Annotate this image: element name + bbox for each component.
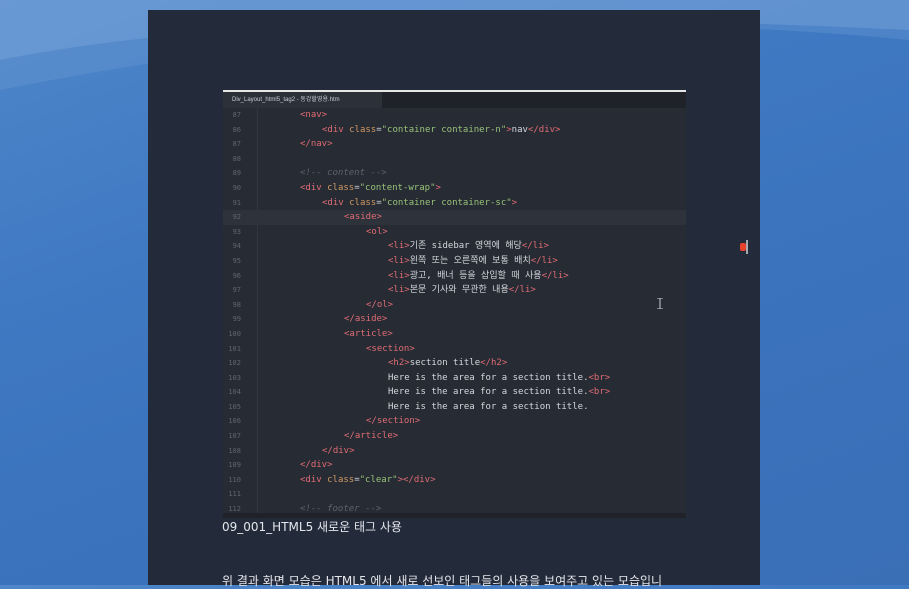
code-line: 110 <div class="clear"></div> xyxy=(223,473,686,488)
code-line: 111 xyxy=(223,487,686,502)
line-content: <section> xyxy=(366,343,415,354)
code-line: 94 <li>기존 sidebar 영역에 해당</li> xyxy=(223,239,686,254)
line-number: 89 xyxy=(232,169,241,178)
code-line: 90 <div class="content-wrap"> xyxy=(223,181,686,196)
line-content: <div class="container container-sc"> xyxy=(322,197,518,208)
code-line: 99 </aside> xyxy=(223,312,686,327)
line-content: Here is the area for a section title.<br… xyxy=(388,372,611,383)
code-line: 103 Here is the area for a section title.… xyxy=(223,371,686,386)
line-number: 109 xyxy=(228,461,241,470)
code-line: 86 <div class="container container-n">nav… xyxy=(223,123,686,138)
line-number: 93 xyxy=(232,227,241,236)
editor-tab-bar: Div_Layout_html5_tag2 - 동강할영용.htm xyxy=(223,92,686,108)
line-number: 91 xyxy=(232,198,241,207)
line-content: </section> xyxy=(366,416,421,427)
code-line: 93 <ol> xyxy=(223,225,686,240)
code-line: 87 <nav> xyxy=(223,108,686,123)
code-line: 98 </ol> xyxy=(223,298,686,313)
code-line: 102 <h2>section title</h2> xyxy=(223,356,686,371)
line-number: 97 xyxy=(232,286,241,295)
line-content: <article> xyxy=(344,328,393,339)
code-line: 88 xyxy=(223,152,686,167)
line-content: </ol> xyxy=(366,299,394,310)
line-content: <nav> xyxy=(300,110,328,120)
line-content: <!-- content --> xyxy=(300,168,387,179)
line-number: 92 xyxy=(232,213,241,222)
line-content: <div class="content-wrap"> xyxy=(300,182,441,193)
code-line: 89 <!-- content --> xyxy=(223,166,686,181)
line-number: 90 xyxy=(232,183,241,192)
line-number: 88 xyxy=(232,154,241,163)
line-number: 86 xyxy=(232,125,241,134)
code-line: 97 <li>본문 기사와 무관한 내용</li> xyxy=(223,283,686,298)
line-content: <li>본문 기사와 무관한 내용</li> xyxy=(388,285,536,296)
line-content: <li>광고, 배너 등을 삽입할 때 사용</li> xyxy=(388,270,569,281)
line-content: <div class="container container-n">nav</… xyxy=(322,124,561,135)
line-content: <aside> xyxy=(344,212,382,223)
figure-caption: 09_001_HTML5 새로운 태그 사용 xyxy=(222,520,402,534)
code-line: 87 </nav> xyxy=(223,137,686,152)
mouse-cursor-icon xyxy=(740,240,748,254)
line-number: 99 xyxy=(232,315,241,324)
code-line: 107 </article> xyxy=(223,429,686,444)
code-line: 109 </div> xyxy=(223,458,686,473)
line-number: 103 xyxy=(228,373,241,382)
line-content: </div> xyxy=(300,460,333,471)
line-content: <h2>section title</h2> xyxy=(388,358,508,369)
code-line: 96 <li>광고, 배너 등을 삽입할 때 사용</li> xyxy=(223,269,686,284)
editor-tab: Div_Layout_html5_tag2 - 동강할영용.htm xyxy=(223,92,382,108)
code-line: 104 Here is the area for a section title.… xyxy=(223,385,686,400)
code-line: 105 Here is the area for a section title. xyxy=(223,400,686,415)
line-content: </aside> xyxy=(344,314,388,325)
line-content: Here is the area for a section title. xyxy=(388,401,589,412)
line-content: </nav> xyxy=(300,139,333,150)
line-number: 101 xyxy=(228,344,241,353)
line-number: 108 xyxy=(228,446,241,455)
text-cursor-icon xyxy=(657,298,663,309)
code-editor-screenshot: Div_Layout_html5_tag2 - 동강할영용.htm 87 <nav… xyxy=(223,90,686,518)
line-number: 96 xyxy=(232,271,241,280)
line-number: 111 xyxy=(228,490,241,499)
code-line: 106 </section> xyxy=(223,414,686,429)
code-line: 92 <aside> xyxy=(223,210,686,225)
line-number: 100 xyxy=(228,329,241,338)
line-number: 87 xyxy=(232,111,241,119)
line-number: 105 xyxy=(228,402,241,411)
line-content: <li>기존 sidebar 영역에 해당</li> xyxy=(388,241,549,252)
line-content: Here is the area for a section title.<br… xyxy=(388,387,611,398)
line-content: </div> xyxy=(322,445,355,456)
line-number: 98 xyxy=(232,300,241,309)
code-line: 95 <li>왼쪽 또는 오른쪽에 보통 배치</li> xyxy=(223,254,686,269)
line-content: <li>왼쪽 또는 오른쪽에 보통 배치</li> xyxy=(388,255,558,266)
line-number: 87 xyxy=(232,140,241,149)
line-number: 94 xyxy=(232,242,241,251)
line-number: 104 xyxy=(228,388,241,397)
line-number: 95 xyxy=(232,256,241,265)
line-number: 107 xyxy=(228,432,241,441)
line-number: 110 xyxy=(228,475,241,484)
line-content: <div class="clear"></div> xyxy=(300,474,436,485)
code-lines: 87 <nav> 86 <div class="container container… xyxy=(223,108,686,517)
code-line: 108 </div> xyxy=(223,444,686,459)
code-line: 100 <article> xyxy=(223,327,686,342)
line-number: 106 xyxy=(228,417,241,426)
line-content: <ol> xyxy=(366,226,388,237)
code-line: 101 <section> xyxy=(223,342,686,357)
code-line: 91 <div class="container container-sc"> xyxy=(223,196,686,211)
body-paragraph: 위 결과 화면 모습은 HTML5 에서 새로 선보인 태그들의 사용을 보여주… xyxy=(222,574,663,588)
line-content: </article> xyxy=(344,431,399,442)
line-number: 102 xyxy=(228,359,241,368)
